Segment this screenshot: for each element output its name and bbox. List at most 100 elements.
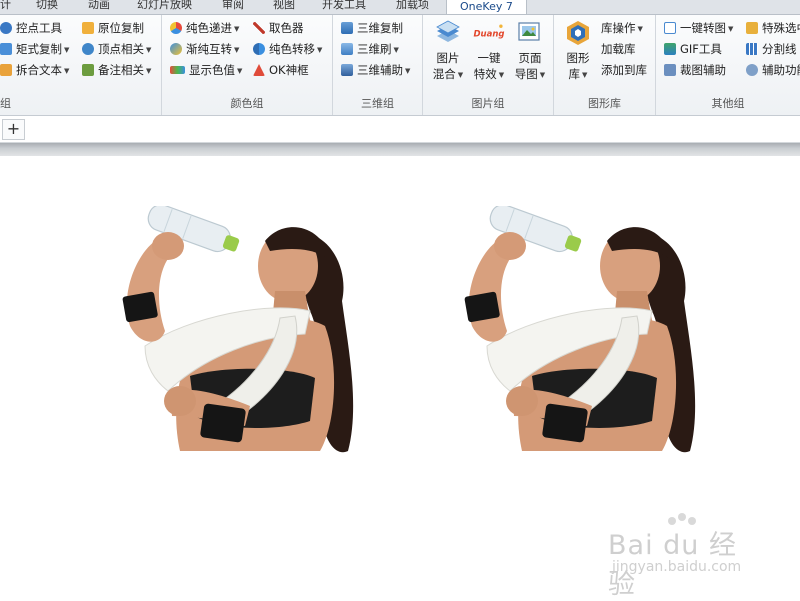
convert-to-image-button[interactable]: 一键转图 ▼ [664, 19, 733, 37]
group-edit: 控点工具 矩式复制 ▼ 拆合文本 ▼ 原位复制 顶点相关 ▼ 备注相关 ▼ 组 [0, 15, 162, 115]
divider-line-icon [746, 43, 758, 55]
3d-assist-icon [341, 64, 353, 76]
tab-view[interactable]: 视图 [273, 0, 295, 13]
group-3d: 三维复制 三维刷 ▼ 三维辅助 ▼ 三维组 [333, 15, 423, 115]
split-text-icon [0, 64, 12, 76]
chevron-down-icon: ▼ [405, 67, 411, 75]
ribbon-panel: 控点工具 矩式复制 ▼ 拆合文本 ▼ 原位复制 顶点相关 ▼ 备注相关 ▼ 组 纯色递进… [0, 15, 800, 116]
3d-brush-button[interactable]: 三维刷 ▼ [341, 40, 399, 58]
chevron-down-icon: ▼ [234, 25, 240, 33]
group-picture: 图片 混合 ▼ Duang 一键 特效 ▼ 页面 导图 ▼ 图片组 [423, 15, 554, 115]
assist-function-button[interactable]: 辅助功能 [746, 61, 800, 79]
chevron-down-icon: ▼ [64, 67, 70, 75]
matrix-copy-button[interactable]: 矩式复制 ▼ [0, 40, 69, 58]
color-transfer-button[interactable]: 纯色转移 ▼ [253, 40, 322, 58]
ribbon-tab-bar: 计 切换 动画 幻灯片放映 审阅 视图 开发工具 加载项 OneKey 7 [0, 0, 800, 15]
image-blend-button[interactable]: 图片 混合 ▼ [428, 19, 468, 83]
gradient-swap-button[interactable]: 渐纯互转 ▼ [170, 40, 239, 58]
chevron-down-icon: ▼ [146, 46, 152, 54]
gif-tool-icon [664, 43, 676, 55]
photo-woman-drinking-right[interactable] [452, 206, 717, 456]
shape-library-icon [567, 21, 589, 45]
duang-effect-button[interactable]: Duang 一键 特效 ▼ [469, 19, 509, 83]
tab-slideshow[interactable]: 幻灯片放映 [137, 0, 192, 13]
tab-transitions[interactable]: 切换 [36, 0, 58, 13]
vertex-icon [82, 43, 94, 55]
group-label: 图形库 [588, 97, 621, 110]
panel-divider [0, 143, 800, 156]
gif-tool-button[interactable]: GIF工具 [664, 40, 722, 58]
add-tab-button[interactable]: + [2, 119, 25, 140]
chevron-down-icon: ▼ [393, 46, 399, 54]
baidu-jingyan-watermark: Bai du 经验 jingyan.baidu.com [608, 511, 758, 600]
chevron-down-icon: ▼ [498, 71, 505, 79]
group-label: 颜色组 [230, 97, 264, 110]
group-label: 三维组 [361, 97, 394, 110]
ok-frame-icon [253, 64, 265, 76]
chevron-down-icon: ▼ [539, 71, 546, 79]
3d-copy-icon [341, 22, 353, 34]
assist-function-icon [746, 64, 758, 76]
solid-color-icon [170, 22, 182, 34]
tab-addins[interactable]: 加载项 [396, 0, 429, 13]
crop-assist-button[interactable]: 裁图辅助 [664, 61, 726, 79]
duang-effect-icon: Duang [474, 24, 505, 39]
image-blend-icon [436, 20, 460, 42]
group-other: 一键转图▼ GIF工具 裁图辅助 特殊选中 分割线 辅助功能 其他组 [656, 15, 800, 115]
special-select-icon [746, 22, 758, 34]
crop-assist-icon [664, 64, 676, 76]
shape-library-button[interactable]: 图形 库 ▼ [560, 19, 596, 83]
group-label: 其他组 [711, 97, 745, 110]
chevron-down-icon: ▼ [637, 25, 643, 33]
special-select-button[interactable]: 特殊选中 [746, 19, 800, 37]
group-shape-library: 图形 库 ▼ 库操作 ▼ 加载库 添加到库 图形库 [554, 15, 656, 115]
matrix-copy-icon [0, 43, 12, 55]
vertex-button[interactable]: 顶点相关 ▼ [82, 40, 151, 58]
chevron-down-icon: ▼ [582, 71, 588, 79]
library-ops-button[interactable]: 库操作 ▼ [601, 19, 643, 37]
color-transfer-icon [253, 43, 265, 55]
group-label: 组 [0, 97, 11, 110]
tab-design[interactable]: 计 [0, 0, 11, 13]
ok-frame-button[interactable]: OK神框 [253, 61, 309, 79]
chevron-down-icon: ▼ [234, 46, 240, 54]
notes-icon [82, 64, 94, 76]
solid-color-button[interactable]: 纯色递进 ▼ [170, 19, 239, 37]
split-text-button[interactable]: 拆合文本 ▼ [0, 61, 69, 79]
3d-copy-button[interactable]: 三维复制 [341, 19, 403, 37]
watermark-url: jingyan.baidu.com [612, 559, 742, 575]
document-tabs-row: + [0, 116, 800, 143]
inplace-copy-button[interactable]: 原位复制 [82, 19, 144, 37]
handle-tool-icon [0, 22, 12, 34]
tab-review[interactable]: 审阅 [222, 0, 244, 13]
group-label: 图片组 [471, 97, 505, 110]
chevron-down-icon: ▼ [728, 25, 734, 33]
eyedropper-icon [253, 22, 265, 34]
photo-woman-drinking-left[interactable] [110, 206, 375, 456]
handle-tool-button[interactable]: 控点工具 [0, 19, 62, 37]
tab-animations[interactable]: 动画 [88, 0, 110, 13]
add-to-library-button[interactable]: 添加到库 [601, 61, 647, 79]
tab-onekey[interactable]: OneKey 7 [446, 0, 527, 14]
3d-brush-icon [341, 43, 353, 55]
page-export-button[interactable]: 页面 导图 ▼ [510, 19, 550, 83]
group-color: 纯色递进 ▼ 渐纯互转 ▼ 显示色值 ▼ 取色器 纯色转移 ▼ OK神框 颜色组 [162, 15, 333, 115]
page-export-icon [518, 22, 540, 41]
chevron-down-icon: ▼ [317, 46, 323, 54]
chevron-down-icon: ▼ [64, 46, 70, 54]
load-library-button[interactable]: 加载库 [601, 40, 636, 58]
inplace-copy-icon [82, 22, 94, 34]
rgb-value-icon [170, 66, 185, 74]
chevron-down-icon: ▼ [237, 67, 243, 75]
convert-to-image-icon [664, 22, 676, 34]
notes-button[interactable]: 备注相关 ▼ [82, 61, 151, 79]
gradient-swap-icon [170, 43, 182, 55]
chevron-down-icon: ▼ [457, 71, 464, 79]
rgb-value-button[interactable]: 显示色值 ▼ [170, 61, 242, 79]
svg-text:Duang: Duang [474, 29, 505, 39]
chevron-down-icon: ▼ [146, 67, 152, 75]
divider-line-button[interactable]: 分割线 [746, 40, 797, 58]
3d-assist-button[interactable]: 三维辅助 ▼ [341, 61, 410, 79]
eyedropper-button[interactable]: 取色器 [253, 19, 304, 37]
tab-developer[interactable]: 开发工具 [322, 0, 366, 13]
